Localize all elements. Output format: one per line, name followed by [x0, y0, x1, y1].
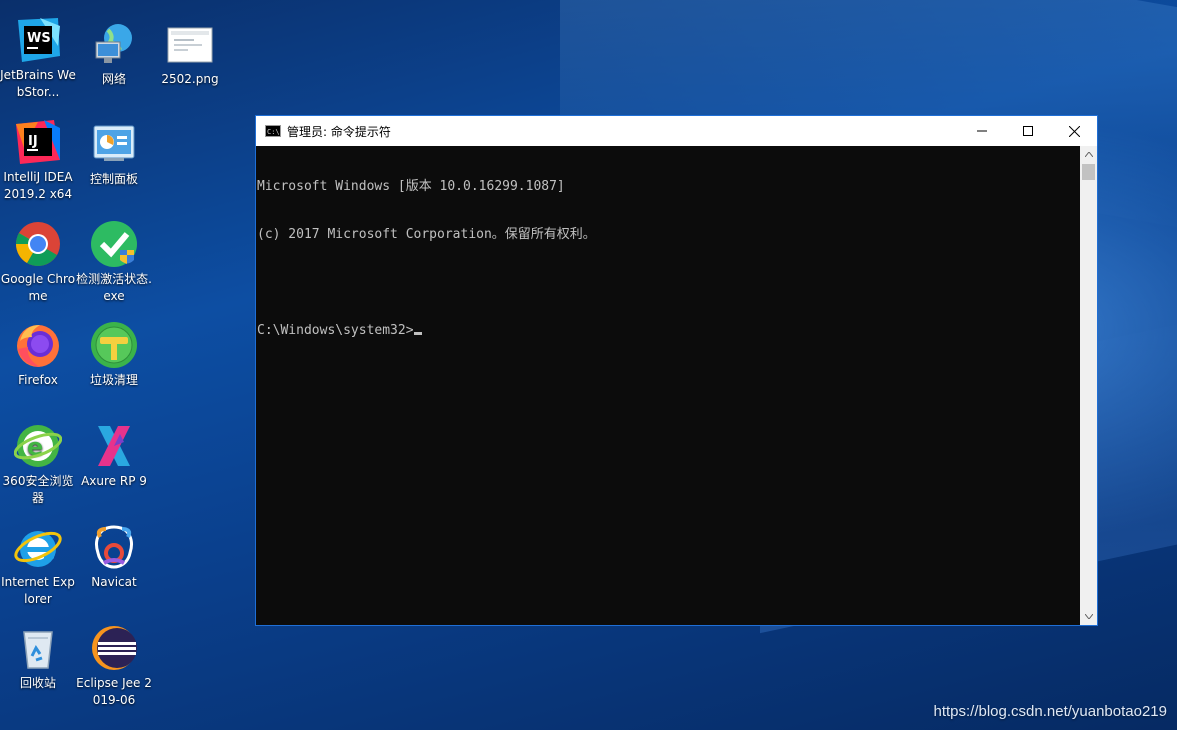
axure-icon	[90, 422, 138, 470]
icon-label: JetBrains WebStor...	[0, 68, 76, 99]
cleaner-icon	[90, 321, 138, 369]
cmd-app-icon: C:\	[265, 125, 281, 137]
icon-label: Navicat	[91, 575, 137, 589]
minimize-button[interactable]	[959, 116, 1005, 146]
icon-label: 360安全浏览器	[2, 474, 74, 505]
desktop-icon-cleaner[interactable]: 垃圾清理	[76, 321, 152, 389]
icon-label: Axure RP 9	[81, 474, 147, 488]
desktop-icon-activation-check[interactable]: 检测激活状态.exe	[76, 220, 152, 305]
chrome-icon	[14, 220, 62, 268]
icon-label: 2502.png	[161, 72, 219, 86]
ie-icon	[14, 523, 62, 571]
vertical-scrollbar[interactable]	[1080, 146, 1097, 625]
command-prompt: C:\Windows\system32>	[257, 323, 414, 338]
console-output[interactable]: Microsoft Windows [版本 10.0.16299.1087] (…	[256, 146, 1080, 625]
chevron-up-icon	[1084, 152, 1093, 157]
command-prompt-window[interactable]: C:\ 管理员: 命令提示符 Microsoft Windows [版本 10.…	[255, 115, 1098, 626]
icon-label: Firefox	[18, 373, 58, 387]
console-line: Microsoft Windows [版本 10.0.16299.1087]	[257, 179, 565, 194]
icon-label: 垃圾清理	[89, 373, 138, 387]
chevron-down-icon	[1084, 614, 1093, 619]
webstorm-icon: WS	[14, 16, 62, 64]
text-cursor	[413, 332, 422, 335]
scroll-up-button[interactable]	[1080, 146, 1097, 163]
control-panel-icon	[90, 120, 138, 168]
icon-label: IntelliJ IDEA 2019.2 x64	[3, 170, 73, 201]
prompt-line: C:\Windows\system32>	[257, 323, 1080, 339]
maximize-icon	[1023, 126, 1033, 136]
recycle-bin-icon	[14, 624, 62, 672]
desktop-icon-360-browser[interactable]: e 360安全浏览器	[0, 422, 76, 507]
scroll-down-button[interactable]	[1080, 608, 1097, 625]
shield-check-icon	[90, 220, 138, 268]
watermark: https://blog.csdn.net/yuanbotao219	[933, 703, 1167, 720]
svg-text:IJ: IJ	[28, 134, 38, 149]
desktop-icon-firefox[interactable]: Firefox	[0, 321, 76, 389]
desktop-icon-axure[interactable]: Axure RP 9	[76, 422, 152, 490]
close-icon	[1068, 125, 1080, 137]
icon-label: Eclipse Jee 2019-06	[76, 676, 152, 707]
network-icon	[90, 20, 138, 68]
icon-label: 网络	[101, 72, 126, 86]
navicat-icon	[90, 523, 138, 571]
360-browser-icon: e	[13, 422, 63, 470]
window-title: 管理员: 命令提示符	[287, 124, 391, 139]
close-button[interactable]	[1051, 116, 1097, 146]
eclipse-icon	[90, 624, 138, 672]
desktop-icon-2502-png[interactable]: 2502.png	[152, 20, 228, 88]
svg-text:WS: WS	[27, 31, 51, 46]
desktop-icon-intellij[interactable]: IJ IntelliJ IDEA 2019.2 x64	[0, 118, 76, 203]
desktop-icon-webstorm[interactable]: WS JetBrains WebStor...	[0, 16, 76, 101]
minimize-icon	[977, 130, 987, 132]
image-file-icon	[166, 20, 214, 68]
title-bar[interactable]: C:\ 管理员: 命令提示符	[256, 116, 1097, 146]
icon-label: 控制面板	[89, 172, 138, 186]
desktop-icon-network[interactable]: 网络	[76, 20, 152, 88]
desktop-icon-control-panel[interactable]: 控制面板	[76, 120, 152, 188]
icon-label: Google Chrome	[0, 272, 76, 303]
firefox-icon	[14, 321, 62, 369]
icon-label: 检测激活状态.exe	[76, 272, 152, 303]
scrollbar-thumb[interactable]	[1082, 164, 1095, 180]
desktop-icon-recycle-bin[interactable]: 回收站	[0, 624, 76, 692]
desktop-icon-internet-explorer[interactable]: Internet Explorer	[0, 523, 76, 608]
intellij-icon: IJ	[14, 118, 62, 166]
console-line: (c) 2017 Microsoft Corporation。保留所有权利。	[257, 227, 596, 242]
maximize-button[interactable]	[1005, 116, 1051, 146]
icon-label: Internet Explorer	[1, 575, 75, 606]
icon-label: 回收站	[19, 676, 56, 690]
desktop-icon-chrome[interactable]: Google Chrome	[0, 220, 76, 305]
desktop-icon-eclipse[interactable]: Eclipse Jee 2019-06	[76, 624, 152, 709]
desktop-icon-navicat[interactable]: Navicat	[76, 523, 152, 591]
